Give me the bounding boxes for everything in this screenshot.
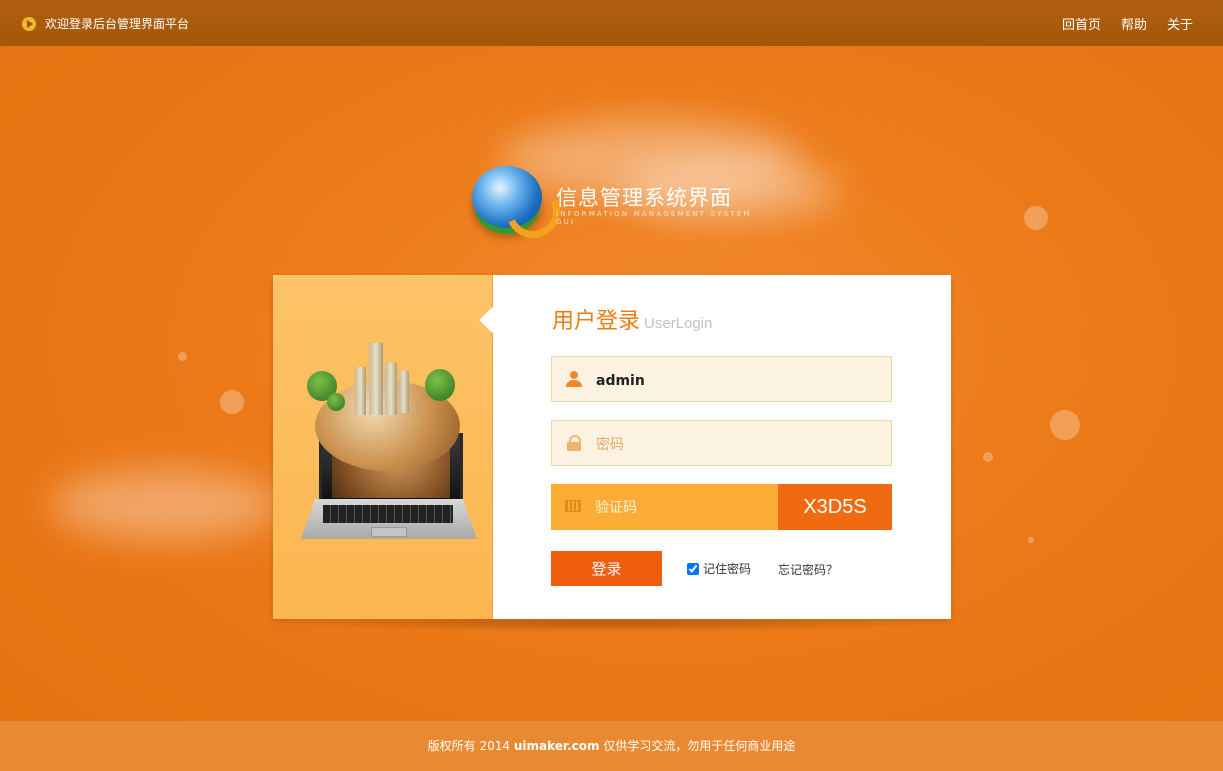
logo-subtitle: INFORMATION MANAGEMENT SYSTEM GUI (556, 210, 752, 226)
welcome-text: 欢迎登录后台管理界面平台 (45, 17, 190, 31)
captcha-input[interactable] (593, 496, 767, 520)
username-field (551, 356, 892, 402)
login-title-en: UserLogin (644, 315, 713, 332)
globe-icon (472, 166, 542, 228)
password-field (551, 420, 892, 466)
login-title-cn: 用户登录 (552, 309, 641, 334)
remember-checkbox[interactable] (687, 562, 699, 575)
tree-icon (327, 393, 345, 411)
bubble-decoration (1028, 537, 1034, 543)
top-bar: 欢迎登录后台管理界面平台 回首页 帮助 关于 (0, 0, 1223, 46)
footer-site-link[interactable]: uimaker.com (514, 739, 600, 753)
login-panel: 用户登录UserLogin X3D5S 登录 记住密码 忘记密码？ (273, 275, 951, 619)
password-input[interactable] (594, 433, 878, 457)
login-title: 用户登录 UserLogin (552, 303, 712, 335)
captcha-field (551, 484, 778, 530)
footer-notice: 仅供学习交流，勿用于任何商业用途 (603, 739, 796, 753)
system-logo: 信息管理系统界面 INFORMATION MANAGEMENT SYSTEM G… (470, 166, 770, 236)
laptop-city-illustration (297, 341, 479, 551)
bubble-decoration (220, 390, 244, 414)
cloud-decoration (50, 470, 280, 540)
tree-icon (425, 369, 455, 401)
logo-title: 信息管理系统界面 (556, 186, 732, 210)
bubble-decoration (983, 452, 993, 462)
forgot-password-link[interactable]: 忘记密码？ (778, 561, 838, 578)
footer-copyright: 版权所有 2014 (427, 739, 510, 753)
captcha-row: X3D5S (551, 484, 892, 530)
captcha-image[interactable]: X3D5S (778, 484, 892, 530)
play-icon (22, 17, 36, 31)
laptop-touchpad (371, 527, 407, 537)
bubble-decoration (1024, 206, 1048, 230)
nav-about-link[interactable]: 关于 (1167, 14, 1193, 33)
nav-home-link[interactable]: 回首页 (1062, 14, 1101, 33)
login-illustration-pane (273, 275, 493, 619)
username-input[interactable] (594, 369, 878, 393)
login-button[interactable]: 登录 (551, 551, 662, 586)
top-nav: 回首页 帮助 关于 (1062, 14, 1193, 33)
lock-icon (566, 435, 582, 451)
nav-help-link[interactable]: 帮助 (1121, 14, 1147, 33)
keyboard-icon (565, 500, 581, 512)
bubble-decoration (178, 352, 187, 361)
bubble-decoration (1050, 410, 1080, 440)
user-icon (566, 371, 582, 387)
remember-password[interactable]: 记住密码 (687, 560, 751, 577)
footer: 版权所有 2014 uimaker.com 仅供学习交流，勿用于任何商业用途 (0, 721, 1223, 771)
laptop-keyboard (323, 505, 453, 523)
remember-label: 记住密码 (703, 562, 752, 576)
